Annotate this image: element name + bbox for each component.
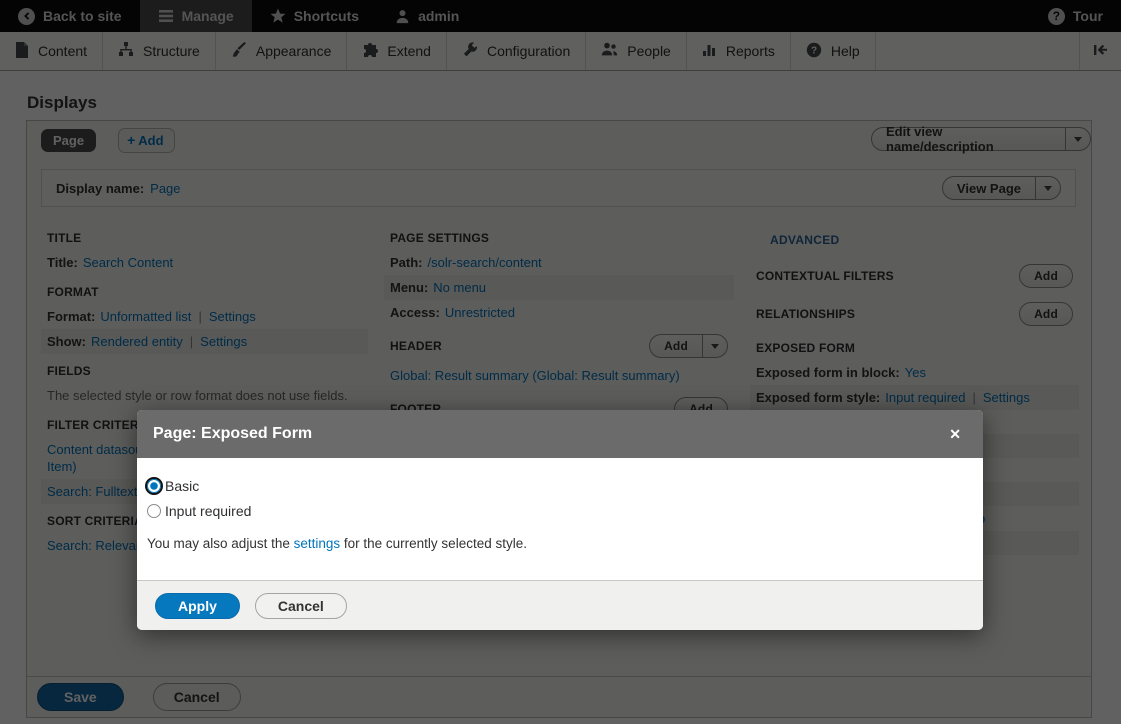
close-icon[interactable]: ✕ (943, 422, 967, 447)
note-text-pre: You may also adjust the (147, 536, 294, 551)
note-text-post: for the currently selected style. (340, 536, 527, 551)
dialog-buttonpane: Apply Cancel (137, 580, 983, 630)
radio-option-input-required[interactable]: Input required (147, 503, 971, 519)
settings-link[interactable]: settings (294, 536, 341, 551)
dialog-titlebar[interactable]: Page: Exposed Form ✕ (137, 410, 983, 458)
exposed-form-dialog: Page: Exposed Form ✕ Basic Input require… (137, 410, 983, 630)
radio-option-basic[interactable]: Basic (147, 478, 971, 494)
dialog-title: Page: Exposed Form (153, 425, 943, 443)
basic-radio-label: Basic (165, 478, 199, 494)
apply-button[interactable]: Apply (155, 593, 240, 619)
dialog-cancel-button[interactable]: Cancel (255, 593, 347, 619)
dialog-body: Basic Input required You may also adjust… (137, 458, 983, 580)
input-required-radio[interactable] (147, 504, 161, 518)
basic-radio[interactable] (147, 479, 161, 493)
input-required-radio-label: Input required (165, 503, 251, 519)
settings-note: You may also adjust the settings for the… (147, 536, 971, 551)
